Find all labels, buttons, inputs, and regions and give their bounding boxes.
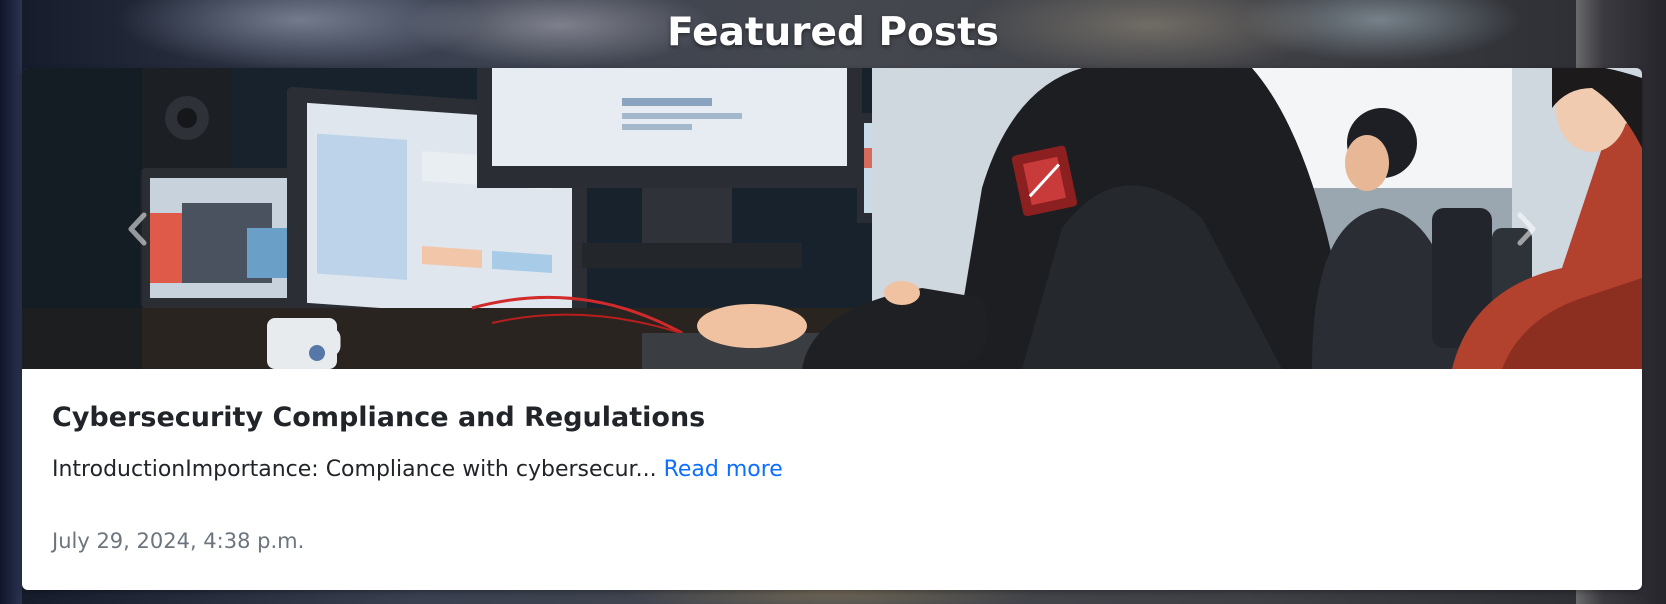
- carousel-prev-button[interactable]: [77, 68, 197, 369]
- post-excerpt: IntroductionImportance: Compliance with …: [52, 454, 783, 486]
- section-title: Featured Posts: [667, 10, 999, 55]
- chevron-right-icon: [1516, 187, 1538, 251]
- read-more-link[interactable]: Read more: [664, 457, 783, 482]
- post-image: [22, 68, 1642, 369]
- post-title: Cybersecurity Compliance and Regulations: [52, 402, 706, 433]
- chevron-left-icon: [126, 187, 148, 251]
- post-date: July 29, 2024, 4:38 p.m.: [52, 529, 305, 553]
- background-left-edge: [0, 0, 22, 604]
- post-excerpt-text: IntroductionImportance: Compliance with …: [52, 457, 657, 482]
- featured-post-card: Cybersecurity Compliance and Regulations…: [22, 68, 1642, 590]
- post-image-carousel[interactable]: [22, 68, 1642, 369]
- carousel-next-button[interactable]: [1467, 68, 1587, 369]
